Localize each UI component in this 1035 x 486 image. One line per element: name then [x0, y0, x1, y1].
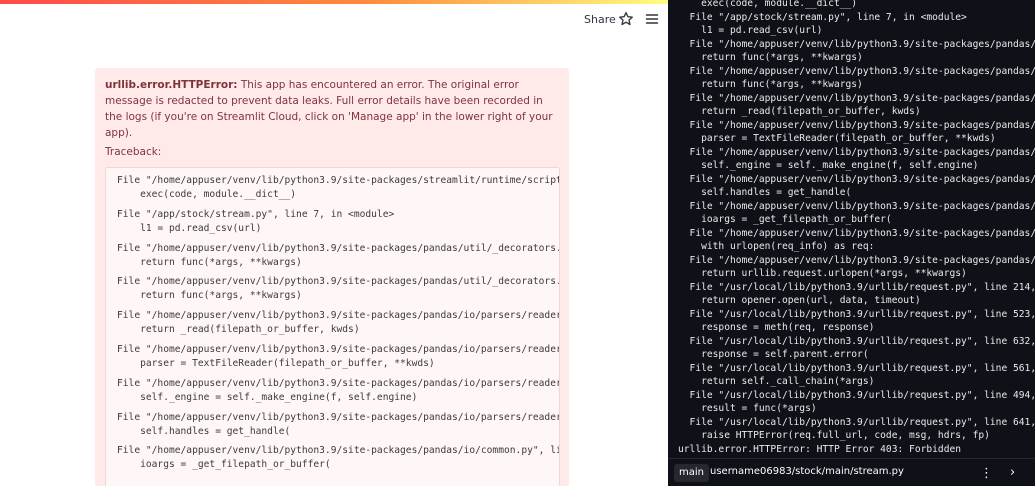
traceback-code-line: return func(*args, **kwargs)	[117, 290, 302, 302]
terminal-log-line: File "/home/appuser/venv/lib/python3.9/s…	[678, 92, 1035, 104]
terminal-log-line: File "/home/appuser/venv/lib/python3.9/s…	[678, 65, 1035, 77]
terminal-log-line: response = self.parent.error(	[678, 349, 869, 360]
terminal-log-line: return opener.open(url, data, timeout)	[678, 295, 921, 306]
terminal-log-line: return func(*args, **kwargs)	[678, 52, 863, 63]
traceback-file-line: File "/home/appuser/venv/lib/python3.9/s…	[117, 377, 560, 389]
traceback-file-line: File "/home/appuser/venv/lib/python3.9/s…	[117, 310, 560, 322]
terminal-log-line: return self._call_chain(*args)	[678, 376, 875, 387]
terminal-log-line: urllib.error.HTTPError: HTTP Error 403: …	[678, 443, 962, 455]
traceback-file-line: File "/home/appuser/venv/lib/python3.9/s…	[117, 445, 560, 457]
traceback-code-line: self.handles = get_handle(	[117, 425, 291, 437]
terminal-log-line: l1 = pd.read_csv(url)	[678, 25, 823, 36]
terminal-log-line: File "/usr/local/lib/python3.9/urllib/re…	[678, 281, 1035, 293]
error-type: urllib.error.HTTPError:	[105, 79, 238, 91]
branch-badge[interactable]: main	[674, 464, 709, 482]
traceback-code-line: l1 = pd.read_csv(url)	[117, 222, 262, 234]
terminal-log-line: result = func(*args)	[678, 403, 817, 414]
more-options-icon[interactable]: ⋮	[980, 466, 993, 481]
logs-terminal[interactable]: exec(code, module.__dict__) File "/app/s…	[668, 0, 1035, 486]
traceback-file-line: File "/home/appuser/venv/lib/python3.9/s…	[117, 175, 560, 186]
terminal-log-line: raise HTTPError(req.full_url, code, msg,…	[678, 430, 990, 441]
terminal-log-line: File "/usr/local/lib/python3.9/urllib/re…	[678, 335, 1035, 347]
traceback-file-line: File "/home/appuser/venv/lib/python3.9/s…	[117, 276, 560, 288]
terminal-log-line: self._engine = self._make_engine(f, self…	[678, 160, 979, 171]
terminal-log-line: return func(*args, **kwargs)	[678, 79, 863, 90]
traceback-file-line: File "/home/appuser/venv/lib/python3.9/s…	[117, 242, 560, 254]
terminal-log-line: File "/home/appuser/venv/lib/python3.9/s…	[678, 119, 1035, 131]
terminal-log-line: File "/usr/local/lib/python3.9/urllib/re…	[678, 389, 1035, 401]
error-message: urllib.error.HTTPError: This app has enc…	[105, 77, 555, 141]
star-icon[interactable]	[618, 11, 634, 27]
terminal-log-line: File "/home/appuser/venv/lib/python3.9/s…	[678, 200, 1035, 212]
app-header: Share	[0, 4, 668, 38]
traceback-file-line: File "/app/stock/stream.py", line 7, in …	[117, 208, 395, 220]
terminal-log-line: File "/home/appuser/venv/lib/python3.9/s…	[678, 38, 1035, 50]
terminal-log-line: File "/home/appuser/venv/lib/python3.9/s…	[678, 146, 1035, 158]
traceback-code-block[interactable]: File "/home/appuser/venv/lib/python3.9/s…	[105, 167, 560, 486]
terminal-log-line: return _read(filepath_or_buffer, kwds)	[678, 106, 921, 117]
collapse-chevron-icon[interactable]: ›	[1010, 465, 1015, 480]
traceback-code-line: exec(code, module.__dict__)	[117, 189, 297, 200]
terminal-log-line: parser = TextFileReader(filepath_or_buff…	[678, 133, 996, 144]
terminal-log-line: ioargs = _get_filepath_or_buffer(	[678, 214, 892, 225]
traceback-code-line: ioargs = _get_filepath_or_buffer(	[117, 459, 331, 471]
traceback-file-line: File "/home/appuser/venv/lib/python3.9/s…	[117, 344, 560, 355]
terminal-log-line: File "/home/appuser/venv/lib/python3.9/s…	[678, 254, 1035, 266]
terminal-footer: main username06983/stock/main/stream.py …	[668, 458, 1035, 486]
terminal-log-line: File "/usr/local/lib/python3.9/urllib/re…	[678, 362, 1035, 374]
terminal-log-line: File "/home/appuser/venv/lib/python3.9/s…	[678, 227, 1035, 239]
terminal-log-line: self.handles = get_handle(	[678, 187, 852, 198]
terminal-log-line: with urlopen(req_info) as req:	[678, 241, 875, 252]
hamburger-menu-icon[interactable]	[644, 11, 660, 27]
traceback-code-line: self._engine = self._make_engine(f, self…	[117, 391, 418, 403]
traceback-file-line: File "/home/appuser/venv/lib/python3.9/s…	[117, 411, 560, 423]
error-alert: urllib.error.HTTPError: This app has enc…	[95, 68, 569, 486]
terminal-log-line: File "/usr/local/lib/python3.9/urllib/re…	[678, 416, 1035, 428]
traceback-code-line: return func(*args, **kwargs)	[117, 256, 302, 268]
terminal-log-line: response = meth(req, response)	[678, 322, 875, 333]
file-path: username06983/stock/main/stream.py	[710, 466, 904, 477]
terminal-log-line: File "/app/stock/stream.py", line 7, in …	[678, 11, 967, 23]
traceback-label: Traceback:	[105, 146, 162, 158]
terminal-log-line: exec(code, module.__dict__)	[678, 0, 858, 9]
traceback-code-line: parser = TextFileReader(filepath_or_buff…	[117, 358, 435, 369]
terminal-log-line: File "/home/appuser/venv/lib/python3.9/s…	[678, 173, 1035, 185]
terminal-log-line: File "/usr/local/lib/python3.9/urllib/re…	[678, 308, 1035, 320]
share-button[interactable]: Share	[584, 13, 616, 26]
traceback-code-line: return _read(filepath_or_buffer, kwds)	[117, 324, 360, 336]
terminal-log-line: return urllib.request.urlopen(*args, **k…	[678, 268, 967, 279]
